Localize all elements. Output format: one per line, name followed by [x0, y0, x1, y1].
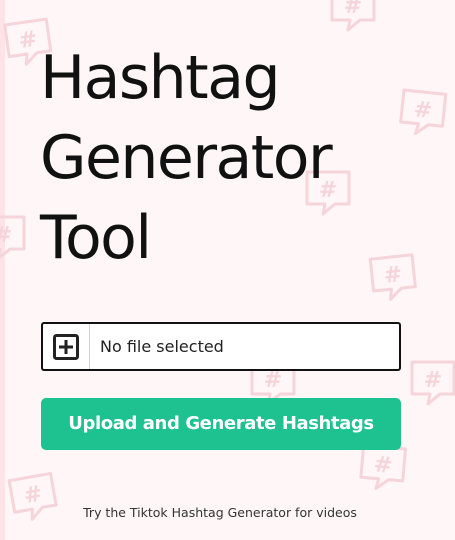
file-input[interactable]: No file selected: [41, 322, 401, 371]
title-line: Tool: [40, 203, 152, 273]
main-content: Hashtag Generator Tool No file selected …: [0, 0, 455, 540]
plus-square-icon: [53, 333, 79, 360]
add-file-button[interactable]: [43, 324, 90, 369]
page-title: Hashtag Generator Tool: [40, 38, 420, 278]
title-line: Generator: [40, 123, 333, 193]
title-line: Hashtag: [40, 43, 281, 113]
tiktok-generator-link[interactable]: Try the Tiktok Hashtag Generator for vid…: [0, 505, 440, 520]
upload-generate-button[interactable]: Upload and Generate Hashtags: [41, 398, 401, 450]
file-status-text: No file selected: [100, 337, 224, 356]
